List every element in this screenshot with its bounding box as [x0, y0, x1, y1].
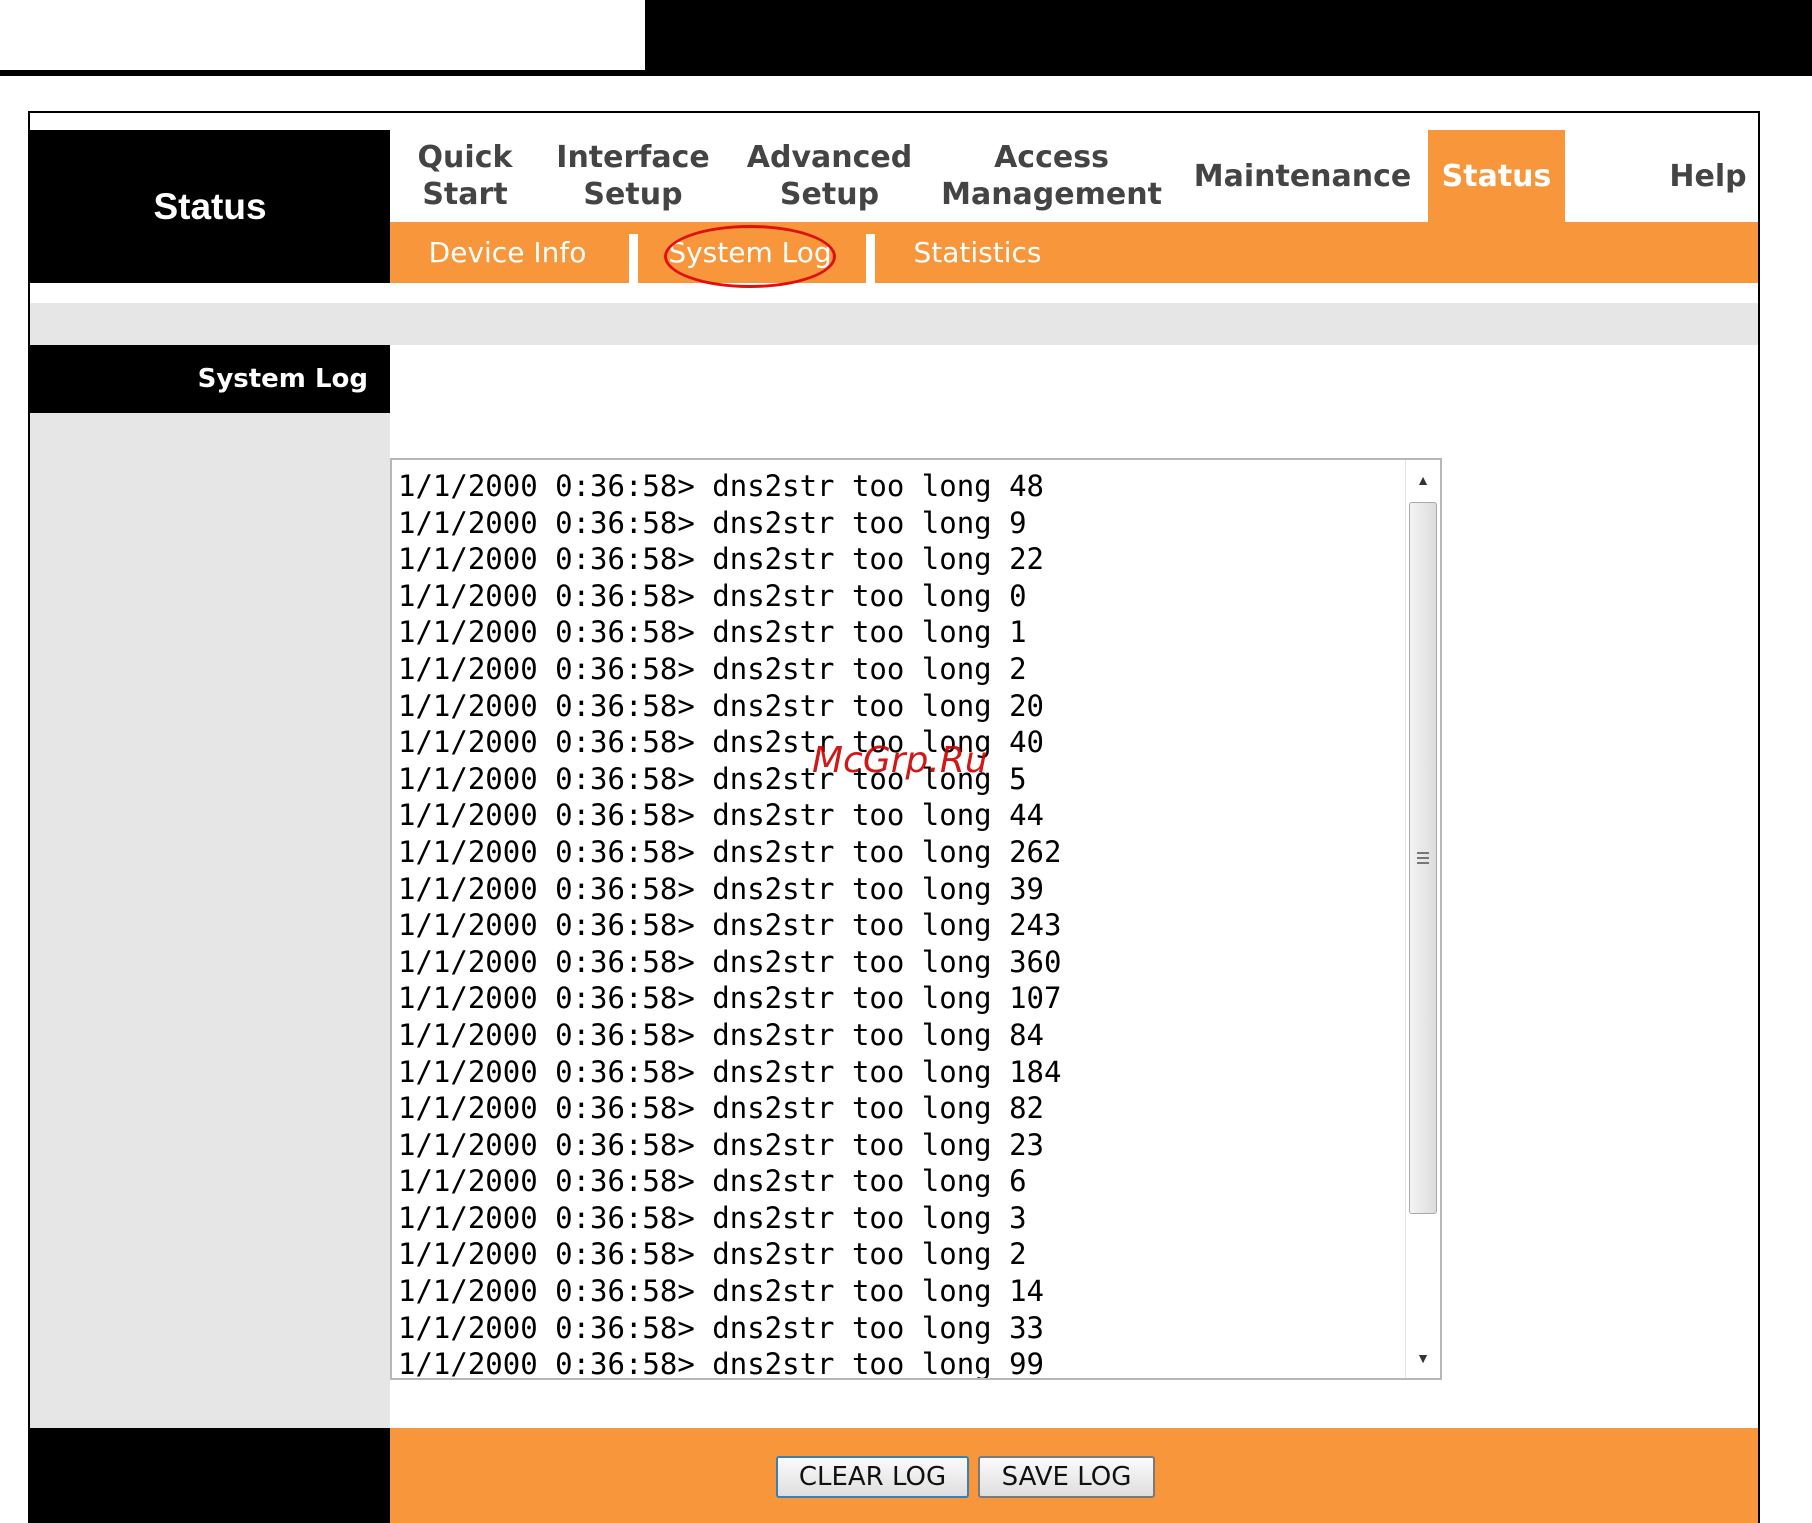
nav-tab-label: Maintenance	[1193, 158, 1412, 194]
log-line: 1/1/2000 0:36:58> dns2str too long 14	[398, 1274, 1045, 1309]
log-line: 1/1/2000 0:36:58> dns2str too long 99	[398, 1347, 1045, 1380]
sidebar-gray-panel	[30, 413, 390, 1428]
subnav-separator	[866, 234, 875, 283]
nav-tab-label-line: Access	[994, 140, 1109, 175]
subnav-statistics[interactable]: Statistics	[895, 222, 1060, 283]
log-line: 1/1/2000 0:36:58> dns2str too long 6	[398, 1164, 1027, 1199]
log-line: 1/1/2000 0:36:58> dns2str too long 82	[398, 1091, 1045, 1126]
nav-tab-label: Help	[1669, 158, 1747, 194]
nav-tab-label-line: Setup	[779, 177, 880, 212]
scroll-grip-icon	[1417, 852, 1429, 864]
nav-tab-advanced-setup[interactable]: Advanced Setup	[742, 130, 917, 222]
nav-tab-quick-start[interactable]: Quick Start	[390, 130, 540, 222]
footer-left-panel	[30, 1428, 390, 1523]
log-line: 1/1/2000 0:36:58> dns2str too long 33	[398, 1310, 1045, 1345]
log-line: 1/1/2000 0:36:58> dns2str too long 2	[398, 651, 1027, 686]
system-log-textarea[interactable]: 1/1/2000 0:36:58> dns2str too long 48 1/1…	[390, 458, 1442, 1380]
log-line: 1/1/2000 0:36:58> dns2str too long 20	[398, 688, 1045, 723]
section-title: Status	[153, 185, 267, 227]
nav-tab-label-line: Start	[422, 177, 508, 212]
log-line: 1/1/2000 0:36:58> dns2str too long 107	[398, 981, 1062, 1016]
nav-tab-label-line: Interface	[556, 140, 710, 175]
top-banner-rule	[0, 70, 645, 76]
log-line: 1/1/2000 0:36:58> dns2str too long 262	[398, 834, 1062, 869]
log-line: 1/1/2000 0:36:58> dns2str too long 1	[398, 615, 1027, 650]
scroll-down-arrow-icon[interactable]: ▼	[1406, 1338, 1440, 1378]
log-line: 1/1/2000 0:36:58> dns2str too long 39	[398, 871, 1045, 906]
top-banner-right	[645, 0, 1812, 76]
top-banner-left	[0, 0, 637, 70]
nav-tab-label-line: Quick	[417, 140, 513, 175]
nav-tab-help[interactable]: Help	[1650, 130, 1766, 222]
clear-log-button[interactable]: CLEAR LOG	[776, 1456, 969, 1498]
nav-tab-label: Status	[1441, 158, 1552, 194]
log-line: 1/1/2000 0:36:58> dns2str too long 184	[398, 1054, 1062, 1089]
watermark: McGrp.Ru	[812, 740, 988, 781]
sidebar-label: System Log	[197, 364, 368, 394]
nav-tab-interface-setup[interactable]: Interface Setup	[548, 130, 718, 222]
log-lines: 1/1/2000 0:36:58> dns2str too long 48 1/1…	[398, 468, 1062, 1380]
log-line: 1/1/2000 0:36:58> dns2str too long 84	[398, 1017, 1045, 1052]
save-log-button[interactable]: SAVE LOG	[978, 1456, 1155, 1498]
log-line: 1/1/2000 0:36:58> dns2str too long 3	[398, 1200, 1027, 1235]
subnav-device-info[interactable]: Device Info	[400, 222, 615, 283]
nav-tab-access-management[interactable]: Access Management	[941, 130, 1162, 222]
log-line: 1/1/2000 0:36:58> dns2str too long 360	[398, 944, 1062, 979]
scroll-thumb[interactable]	[1409, 502, 1437, 1214]
log-line: 1/1/2000 0:36:58> dns2str too long 22	[398, 542, 1045, 577]
log-line: 1/1/2000 0:36:58> dns2str too long 9	[398, 505, 1027, 540]
nav-tab-maintenance[interactable]: Maintenance	[1190, 130, 1415, 222]
log-line: 1/1/2000 0:36:58> dns2str too long 0	[398, 578, 1027, 613]
nav-tab-label-line: Setup	[583, 177, 683, 212]
log-scrollbar[interactable]: ▲ ▼	[1405, 460, 1440, 1378]
nav-tab-label-line: Management	[941, 177, 1162, 212]
log-line: 1/1/2000 0:36:58> dns2str too long 23	[398, 1127, 1045, 1162]
header-gray-strip	[30, 303, 1758, 345]
log-line: 1/1/2000 0:36:58> dns2str too long 44	[398, 798, 1045, 833]
log-line: 1/1/2000 0:36:58> dns2str too long 2	[398, 1237, 1027, 1272]
highlight-ring	[664, 225, 836, 288]
log-line: 1/1/2000 0:36:58> dns2str too long 48	[398, 469, 1045, 503]
nav-tab-label-line: Advanced	[746, 140, 913, 175]
log-line: 1/1/2000 0:36:58> dns2str too long 243	[398, 908, 1062, 943]
subnav-separator	[629, 234, 638, 283]
scroll-up-arrow-icon[interactable]: ▲	[1406, 460, 1440, 500]
nav-tab-status[interactable]: Status	[1428, 130, 1565, 222]
